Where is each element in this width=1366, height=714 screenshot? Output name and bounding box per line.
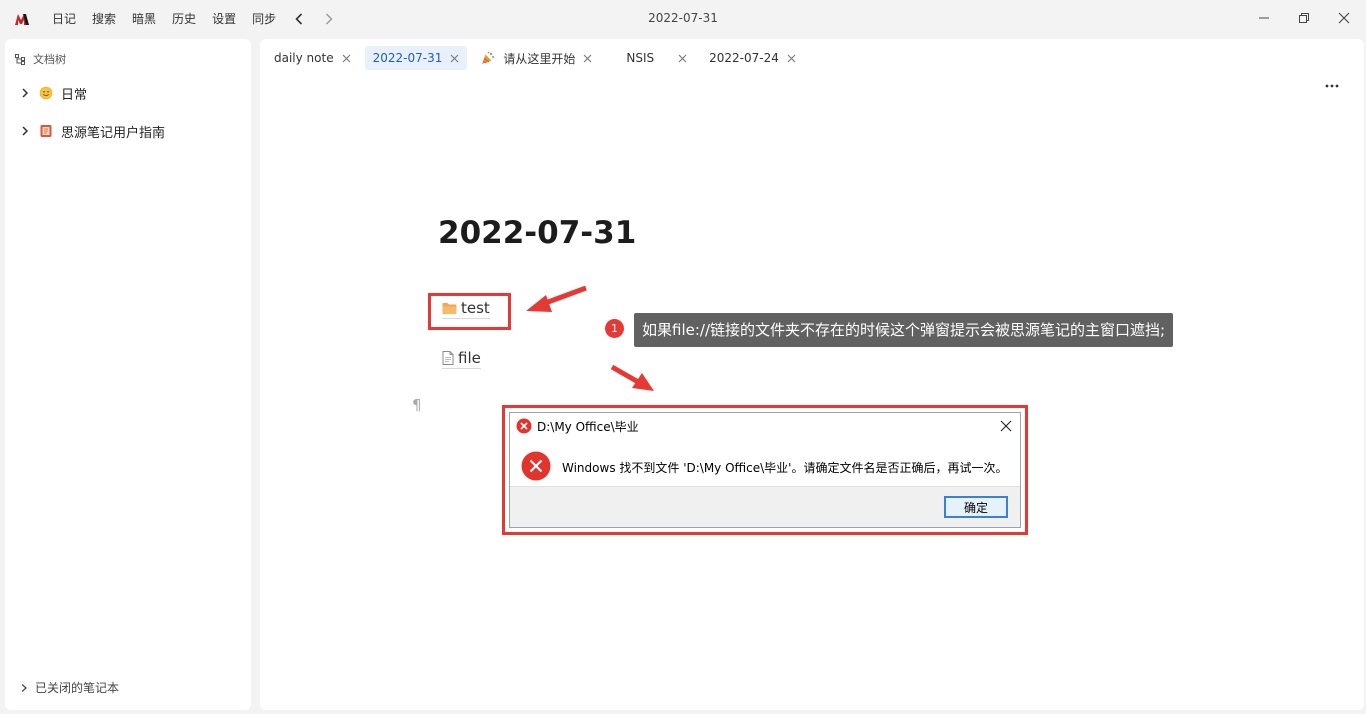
party-popper-icon (482, 51, 495, 64)
dialog-highlight-box: D:\My Office\毕业 Windows 找不到文件 'D:\My Off… (502, 405, 1028, 535)
close-icon[interactable] (583, 54, 592, 63)
dialog-title-bar: D:\My Office\毕业 (516, 418, 639, 434)
tab-nsis[interactable]: NSIS (606, 46, 695, 70)
tab-label: NSIS (626, 51, 655, 65)
file-tree-header: 文档树 (15, 51, 66, 67)
notebook-label: 思源笔记用户指南 (61, 125, 166, 141)
tab-label: daily note (274, 51, 334, 65)
tab-start-here[interactable]: 请从这里开始 (473, 46, 600, 70)
close-window-button[interactable] (1333, 8, 1355, 28)
tab-2022-07-31[interactable]: 2022-07-31 (364, 46, 468, 70)
tab-label: 2022-07-24 (709, 51, 779, 65)
link-label: file (458, 349, 481, 367)
closed-notebooks-label: 已关闭的笔记本 (35, 681, 120, 695)
tab-daily-note[interactable]: daily note (266, 46, 359, 70)
close-icon[interactable] (450, 54, 459, 63)
close-icon[interactable] (678, 54, 687, 63)
tree-icon (15, 53, 25, 65)
notebook-daily[interactable]: 日常 (19, 83, 87, 103)
window-title: 2022-07-31 (648, 11, 718, 25)
annotation-badge: 1 (605, 319, 624, 338)
chevron-right-icon[interactable] (19, 87, 31, 99)
tab-label: 2022-07-31 (372, 51, 443, 65)
tab-2022-07-24[interactable]: 2022-07-24 (701, 46, 804, 70)
ok-button[interactable]: 确定 (944, 496, 1008, 518)
tab-label: 请从这里开始 (503, 51, 576, 66)
file-link-file[interactable]: file (442, 349, 481, 369)
dialog-title: D:\My Office\毕业 (537, 419, 639, 434)
chevron-right-icon (21, 683, 27, 692)
tab-bar: daily note 2022-07-31 请从这里开始 NSIS 2022-0… (266, 46, 810, 70)
chevron-right-icon[interactable] (19, 125, 31, 137)
close-icon[interactable] (342, 54, 351, 63)
highlight-box-test-link (428, 293, 511, 330)
restore-icon (1299, 13, 1309, 23)
file-tree-title: 文档树 (33, 53, 66, 66)
error-icon (516, 418, 532, 434)
smiley-emoji-icon (39, 86, 53, 100)
annotation-callout: 如果file://链接的文件夹不存在的时候这个弹窗提示会被思源笔记的主窗口遮挡; (634, 313, 1174, 347)
notebook-label: 日常 (61, 87, 88, 103)
closed-notebooks[interactable]: 已关闭的笔记本 (19, 679, 119, 696)
minimize-icon (1259, 17, 1269, 19)
more-icon[interactable] (1324, 79, 1340, 93)
editor-panel: daily note 2022-07-31 请从这里开始 NSIS 2022-0… (260, 39, 1364, 710)
notebook-user-guide[interactable]: 思源笔记用户指南 (19, 121, 165, 141)
dialog-footer: 确定 (510, 486, 1020, 527)
title-bar: 日记 搜索 暗黑 历史 设置 同步 2022-07-31 (0, 0, 1366, 38)
close-icon[interactable] (1000, 420, 1012, 432)
book-emoji-icon (40, 125, 52, 137)
document-title[interactable]: 2022-07-31 (438, 215, 636, 251)
file-tree-panel: 文档树 日常 思源笔记用户指南 已关闭的笔记本 (5, 39, 251, 710)
close-icon (1338, 12, 1350, 24)
dialog-message: Windows 找不到文件 'D:\My Office\毕业'。请确定文件名是否… (562, 461, 1008, 475)
close-icon[interactable] (787, 54, 796, 63)
error-dialog: D:\My Office\毕业 Windows 找不到文件 'D:\My Off… (509, 412, 1021, 528)
minimize-button[interactable] (1253, 8, 1275, 28)
paragraph-mark: ¶ (412, 396, 422, 414)
file-icon (442, 351, 454, 365)
error-icon (521, 451, 551, 481)
restore-button[interactable] (1293, 8, 1315, 28)
